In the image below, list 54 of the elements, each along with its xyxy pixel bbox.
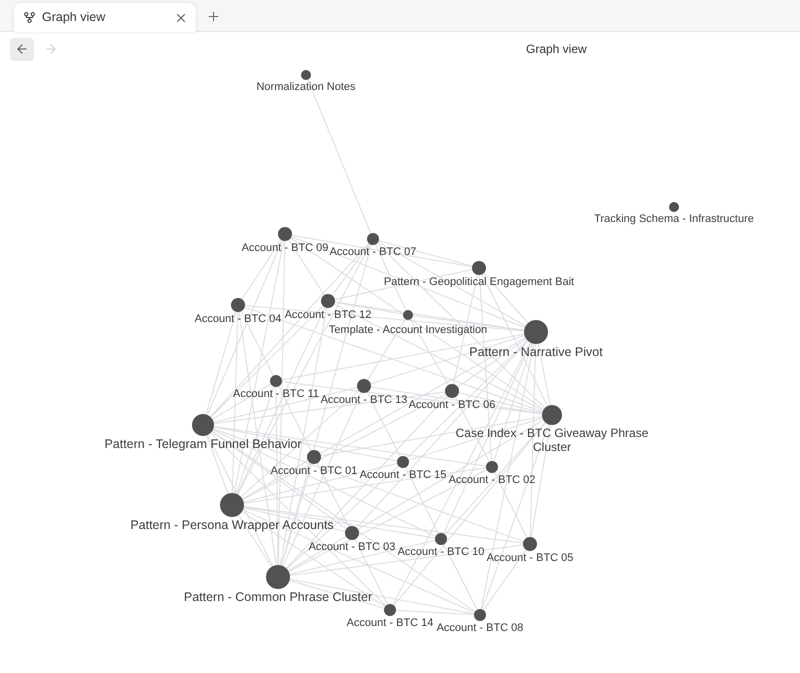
node-label: Account - BTC 04 xyxy=(194,313,282,326)
node-label: Account - BTC 05 xyxy=(486,552,574,566)
graph-node[interactable] xyxy=(192,414,214,436)
node-label: Pattern - Narrative Pivot xyxy=(469,345,603,360)
arrow-right-icon xyxy=(44,42,58,56)
node-label: Pattern - Common Phrase Cluster xyxy=(184,590,372,605)
graph-node[interactable] xyxy=(486,461,498,473)
graph-node[interactable] xyxy=(231,298,245,312)
node-label: Tracking Schema - Infrastructure xyxy=(594,213,754,226)
node-label: Account - BTC 06 xyxy=(408,399,496,412)
node-label: Pattern - Telegram Funnel Behavior xyxy=(104,437,302,452)
graph-node[interactable] xyxy=(523,537,537,551)
graph-node[interactable] xyxy=(270,375,282,387)
graph-node[interactable] xyxy=(357,379,371,393)
node-label: Account - BTC 15 xyxy=(360,469,446,482)
back-button[interactable] xyxy=(10,38,34,60)
graph-node[interactable] xyxy=(307,450,321,464)
graph-node[interactable] xyxy=(266,565,290,589)
node-label: Account - BTC 14 xyxy=(346,617,434,630)
node-label: Account - BTC 12 xyxy=(284,309,372,322)
graph-node[interactable] xyxy=(669,202,679,212)
node-label: Template - Account Investigation xyxy=(328,324,488,338)
graph-node[interactable] xyxy=(435,533,447,545)
graph-node[interactable] xyxy=(445,384,459,398)
node-label: Account - BTC 03 xyxy=(308,541,396,554)
graph-node[interactable] xyxy=(220,493,244,517)
graph-node[interactable] xyxy=(542,405,562,425)
graph-node[interactable] xyxy=(403,310,413,320)
node-label: Pattern - Geopolitical Engagement Bait xyxy=(384,276,574,290)
graph-node[interactable] xyxy=(321,294,335,308)
graph-node[interactable] xyxy=(345,526,359,540)
node-label: Account - BTC 13 xyxy=(320,394,408,408)
node-label: Account - BTC 02 xyxy=(448,474,536,488)
node-label: Account - BTC 10 xyxy=(398,546,484,560)
node-label: Account - BTC 01 xyxy=(270,465,358,478)
node-label: Normalization Notes xyxy=(256,81,356,94)
node-label: Account - BTC 09 xyxy=(242,242,328,256)
plus-icon xyxy=(206,8,220,24)
tab[interactable]: Graph view xyxy=(14,3,196,32)
graph-node[interactable] xyxy=(367,233,379,245)
node-label: Case Index - BTC Giveaway Phrase Cluster xyxy=(454,426,650,455)
graph-icon xyxy=(23,11,36,24)
graph-node[interactable] xyxy=(397,456,409,468)
node-label: Pattern - Persona Wrapper Accounts xyxy=(130,518,334,533)
node-label: Account - BTC 07 xyxy=(330,246,416,260)
graph-node[interactable] xyxy=(474,609,486,621)
view-title: Graph view xyxy=(526,41,587,58)
graph-node[interactable] xyxy=(524,320,548,344)
graph-node[interactable] xyxy=(384,604,396,616)
graph-node[interactable] xyxy=(301,70,311,80)
node-label: Account - BTC 11 xyxy=(233,388,319,402)
graph-node[interactable] xyxy=(472,261,486,275)
node-label: Account - BTC 08 xyxy=(436,622,524,636)
graph-node[interactable] xyxy=(278,227,292,241)
